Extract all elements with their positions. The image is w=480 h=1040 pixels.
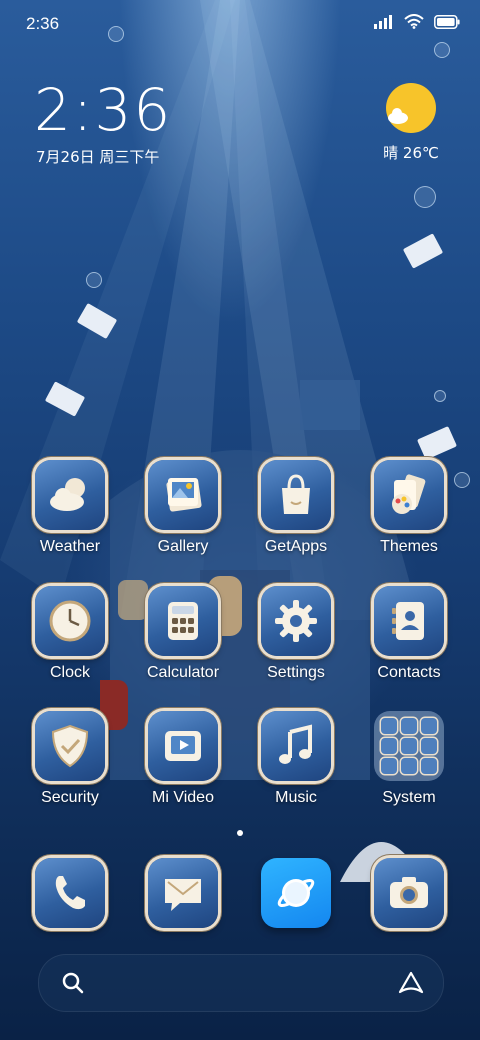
calculator-icon — [148, 586, 218, 656]
envelope-decoration — [44, 381, 86, 417]
shopping-bag-icon — [261, 460, 331, 530]
wifi-icon — [404, 14, 424, 29]
video-icon — [148, 711, 218, 781]
bubble-decoration — [414, 186, 436, 208]
app-label: Calculator — [146, 664, 220, 681]
app-settings[interactable]: Settings — [240, 586, 352, 682]
contacts-icon — [374, 586, 444, 656]
folder-icon — [374, 711, 444, 781]
app-clock[interactable]: Clock — [14, 586, 126, 682]
app-contacts[interactable]: Contacts — [353, 586, 465, 682]
weather-text: 晴 26℃ — [383, 144, 439, 162]
dock-phone[interactable] — [14, 858, 126, 928]
app-label: Music — [275, 789, 317, 806]
app-label: Settings — [267, 664, 325, 681]
phone-icon — [35, 858, 105, 928]
dock-messages[interactable] — [127, 858, 239, 928]
search-bar[interactable] — [38, 954, 444, 1012]
gallery-icon — [148, 460, 218, 530]
weather-icon — [35, 460, 105, 530]
envelope-decoration — [76, 302, 118, 340]
search-icon[interactable] — [61, 971, 85, 995]
app-label: Gallery — [157, 538, 209, 555]
app-music[interactable]: Music — [240, 711, 352, 807]
sunny-weather-icon — [385, 82, 437, 134]
app-label: GetApps — [264, 538, 328, 555]
app-system-folder[interactable]: System — [353, 711, 465, 807]
app-label: Contacts — [377, 664, 441, 681]
envelope-decoration — [402, 233, 444, 269]
message-icon — [148, 858, 218, 928]
battery-icon — [434, 14, 460, 29]
widget-date: 7月26日 周三下午 — [36, 148, 160, 166]
weather-widget[interactable]: 晴 26℃ — [376, 82, 446, 163]
app-label: Weather — [39, 538, 101, 555]
dock-browser[interactable] — [240, 858, 352, 928]
dock-camera[interactable] — [353, 858, 465, 928]
clock-widget[interactable]: 2:36 7月26日 周三下午 — [34, 80, 172, 167]
app-getapps[interactable]: GetApps — [240, 460, 352, 556]
app-themes[interactable]: Themes — [353, 460, 465, 556]
gear-icon — [261, 586, 331, 656]
browser-icon — [261, 858, 331, 928]
app-label: System — [382, 789, 436, 806]
status-icons — [374, 14, 460, 29]
app-security[interactable]: Security — [14, 711, 126, 807]
app-label: Clock — [49, 664, 90, 681]
assistant-icon[interactable] — [397, 969, 425, 997]
app-label: Mi Video — [152, 789, 214, 806]
app-calculator[interactable]: Calculator — [127, 586, 239, 682]
app-mi-video[interactable]: Mi Video — [127, 711, 239, 807]
app-weather[interactable]: Weather — [14, 460, 126, 556]
app-gallery[interactable]: Gallery — [127, 460, 239, 556]
bubble-decoration — [434, 390, 446, 402]
signal-icon — [374, 14, 392, 29]
page-indicator — [0, 830, 480, 836]
camera-icon — [374, 858, 444, 928]
widget-time: 2:36 — [34, 76, 173, 144]
app-label: Security — [41, 789, 99, 806]
music-note-icon — [261, 711, 331, 781]
status-bar: 2:36 — [0, 0, 480, 48]
clock-icon — [35, 586, 105, 656]
page-dot-active[interactable] — [237, 830, 243, 836]
palette-icon — [374, 460, 444, 530]
status-time: 2:36 — [26, 14, 60, 33]
envelope-decoration — [416, 426, 458, 460]
bubble-decoration — [86, 272, 102, 288]
shield-icon — [35, 711, 105, 781]
app-label: Themes — [380, 538, 438, 555]
